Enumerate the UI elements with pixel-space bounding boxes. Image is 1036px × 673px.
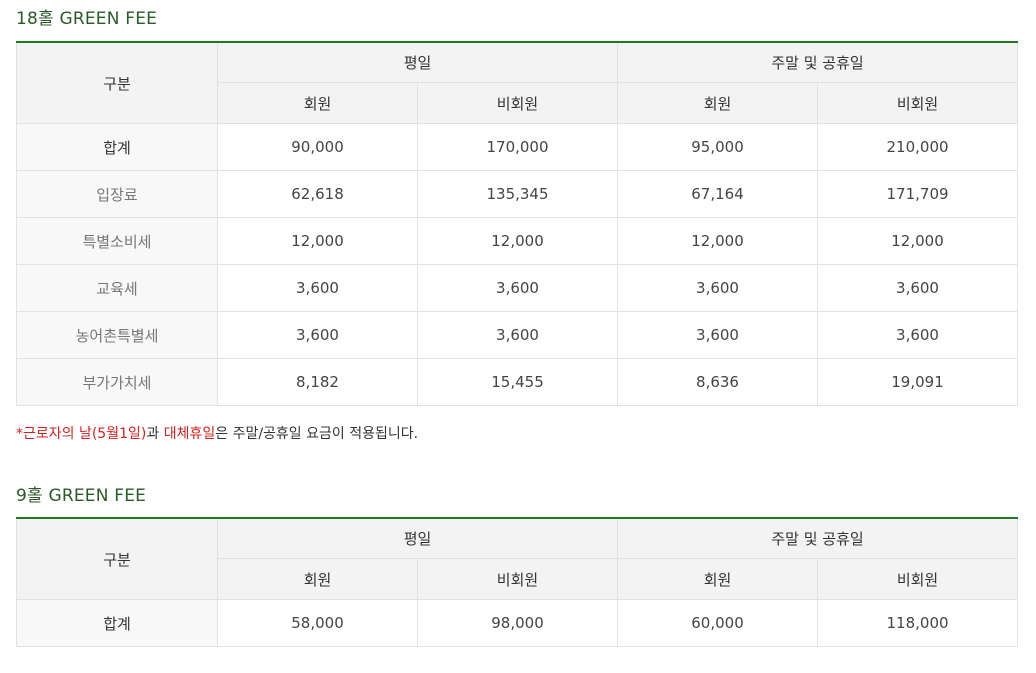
- cell-value: 58,000: [217, 599, 418, 647]
- section-title-9-hole: 9홀 GREEN FEE: [16, 486, 147, 506]
- cell-value: 95,000: [617, 123, 819, 171]
- cell-value: 12,000: [817, 217, 1019, 265]
- table-row-total: 합계 90,000 170,000 95,000 210,000: [16, 123, 1019, 171]
- cell-value: 62,618: [217, 170, 418, 218]
- header-weekday: 평일: [216, 41, 619, 83]
- cell-value: 210,000: [817, 123, 1019, 171]
- row-label: 합계: [16, 599, 218, 647]
- note-labor-day: *근로자의 날(5월1일): [16, 426, 147, 442]
- cell-value: 171,709: [817, 170, 1019, 218]
- cell-value: 12,000: [416, 217, 619, 265]
- header-weekday-member: 회원: [217, 558, 418, 600]
- note-conjunction: 과: [146, 426, 164, 442]
- cell-value: 170,000: [416, 123, 619, 171]
- cell-value: 3,600: [817, 311, 1019, 359]
- header-weekend-member: 회원: [617, 82, 819, 124]
- table-row-admission: 입장료 62,618 135,345 67,164 171,709: [16, 170, 1019, 218]
- cell-value: 12,000: [217, 217, 418, 265]
- header-weekday-member: 회원: [217, 82, 418, 124]
- row-label: 합계: [16, 123, 218, 171]
- cell-value: 3,600: [617, 264, 819, 312]
- green-fee-page: 18홀 GREEN FEE 구분 평일 주말 및 공휴일 회원 비회원 회원 비…: [0, 0, 1036, 673]
- cell-value: 3,600: [416, 264, 619, 312]
- fee-table-9-hole: 구분 평일 주말 및 공휴일 회원 비회원 회원 비회원 합계 58,000 9…: [16, 517, 1019, 647]
- cell-value: 3,600: [416, 311, 619, 359]
- row-label: 특별소비세: [16, 217, 218, 265]
- cell-value: 19,091: [817, 358, 1019, 406]
- header-weekday-nonmember: 비회원: [416, 82, 619, 124]
- header-weekend-nonmember: 비회원: [817, 82, 1019, 124]
- header-category: 구분: [16, 41, 218, 124]
- cell-value: 3,600: [217, 311, 418, 359]
- header-weekday-nonmember: 비회원: [416, 558, 619, 600]
- cell-value: 8,182: [217, 358, 418, 406]
- holiday-rate-note: *근로자의 날(5월1일)과 대체휴일은 주말/공휴일 요금이 적용됩니다.: [16, 424, 418, 444]
- note-rest: 은 주말/공휴일 요금이 적용됩니다.: [215, 426, 419, 442]
- header-weekend-holiday: 주말 및 공휴일: [617, 41, 1019, 83]
- row-label: 입장료: [16, 170, 218, 218]
- cell-value: 60,000: [617, 599, 819, 647]
- cell-value: 12,000: [617, 217, 819, 265]
- table-row-education-tax: 교육세 3,600 3,600 3,600 3,600: [16, 264, 1019, 312]
- row-label: 교육세: [16, 264, 218, 312]
- row-label: 농어촌특별세: [16, 311, 218, 359]
- header-weekend-holiday: 주말 및 공휴일: [617, 517, 1019, 559]
- table-row-special-consumption-tax: 특별소비세 12,000 12,000 12,000 12,000: [16, 217, 1019, 265]
- note-substitute-holiday: 대체휴일: [163, 426, 216, 442]
- header-category: 구분: [16, 517, 218, 600]
- cell-value: 98,000: [416, 599, 619, 647]
- cell-value: 3,600: [617, 311, 819, 359]
- cell-value: 90,000: [217, 123, 418, 171]
- cell-value: 15,455: [416, 358, 619, 406]
- table-row-rural-special-tax: 농어촌특별세 3,600 3,600 3,600 3,600: [16, 311, 1019, 359]
- cell-value: 135,345: [416, 170, 619, 218]
- fee-table-18-hole: 구분 평일 주말 및 공휴일 회원 비회원 회원 비회원 합계 90,000 1…: [16, 41, 1019, 406]
- cell-value: 3,600: [817, 264, 1019, 312]
- table-row-total: 합계 58,000 98,000 60,000 118,000: [16, 599, 1019, 647]
- cell-value: 3,600: [217, 264, 418, 312]
- cell-value: 118,000: [817, 599, 1019, 647]
- header-weekend-member: 회원: [617, 558, 819, 600]
- cell-value: 8,636: [617, 358, 819, 406]
- section-title-18-hole: 18홀 GREEN FEE: [16, 9, 158, 29]
- cell-value: 67,164: [617, 170, 819, 218]
- header-weekday: 평일: [216, 517, 619, 559]
- row-label: 부가가치세: [16, 358, 218, 406]
- header-weekend-nonmember: 비회원: [817, 558, 1019, 600]
- table-row-vat: 부가가치세 8,182 15,455 8,636 19,091: [16, 358, 1019, 406]
